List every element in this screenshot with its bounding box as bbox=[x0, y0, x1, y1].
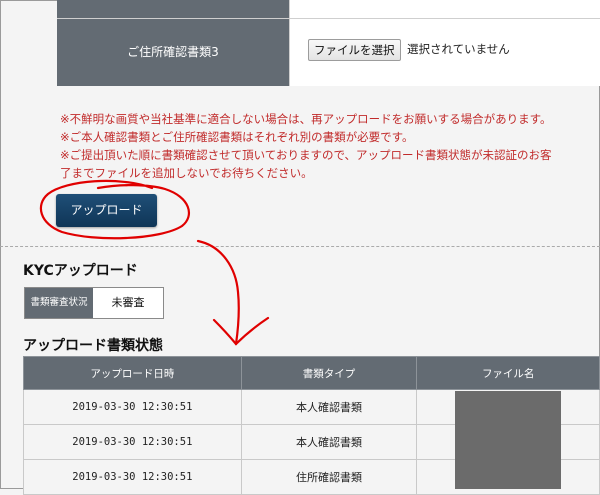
documents-section-title: アップロード書類状態 bbox=[23, 338, 163, 354]
row-type: 本人確認書類 bbox=[240, 389, 418, 425]
row-type: 本人確認書類 bbox=[240, 424, 418, 460]
redacted-filenames bbox=[455, 391, 561, 489]
previous-row-header bbox=[57, 0, 289, 18]
previous-row-value bbox=[289, 0, 600, 18]
address-doc3-label-cell: ご住所確認書類3 bbox=[57, 18, 289, 86]
upload-notes: ※不鮮明な画質や当社基準に適合しない場合は、再アップロードをお願いする場合があり… bbox=[60, 110, 600, 182]
kyc-status-label: 書類審査状況 bbox=[25, 288, 93, 318]
kyc-status-table: 書類審査状況 未審査 bbox=[24, 287, 164, 319]
annotation-arrow-line bbox=[196, 239, 240, 346]
column-header-filename: ファイル名 bbox=[416, 356, 600, 390]
upload-form-table: ご住所確認書類3 ファイルを選択 選択されていません bbox=[57, 0, 600, 86]
upload-button[interactable]: アップロード bbox=[56, 194, 157, 227]
note-line: 了までファイルを追加しないでお待ちください。 bbox=[60, 166, 313, 180]
kyc-section-title: KYCアップロード bbox=[23, 263, 138, 279]
kyc-status-value: 未審査 bbox=[111, 296, 145, 309]
column-header-datetime: アップロード日時 bbox=[23, 356, 242, 390]
note-line: ※不鮮明な画質や当社基準に適合しない場合は、再アップロードをお願いする場合があり… bbox=[60, 112, 552, 126]
address-doc3-input-cell: ファイルを選択 選択されていません bbox=[289, 18, 600, 86]
address-doc3-label: ご住所確認書類3 bbox=[127, 45, 219, 59]
row-type: 住所確認書類 bbox=[240, 459, 418, 495]
note-line: ※ご提出頂いた順に書類確認させて頂いておりますので、アップロード書類状態が未認証… bbox=[60, 148, 552, 162]
file-status-text: 選択されていません bbox=[407, 42, 510, 56]
note-line: ※ご本人確認書類とご住所確認書類はそれぞれ別の書類が必要です。 bbox=[60, 130, 414, 144]
column-header-type: 書類タイプ bbox=[240, 356, 418, 390]
row-datetime: 2019-03-30 12:30:51 bbox=[23, 424, 242, 460]
row-datetime: 2019-03-30 12:30:51 bbox=[23, 389, 242, 425]
table-header-row: アップロード日時 書類タイプ ファイル名 bbox=[23, 356, 600, 390]
annotation-arrow-head bbox=[212, 316, 270, 346]
choose-file-button[interactable]: ファイルを選択 bbox=[308, 39, 401, 61]
section-divider bbox=[0, 246, 600, 247]
row-datetime: 2019-03-30 12:30:51 bbox=[23, 459, 242, 495]
